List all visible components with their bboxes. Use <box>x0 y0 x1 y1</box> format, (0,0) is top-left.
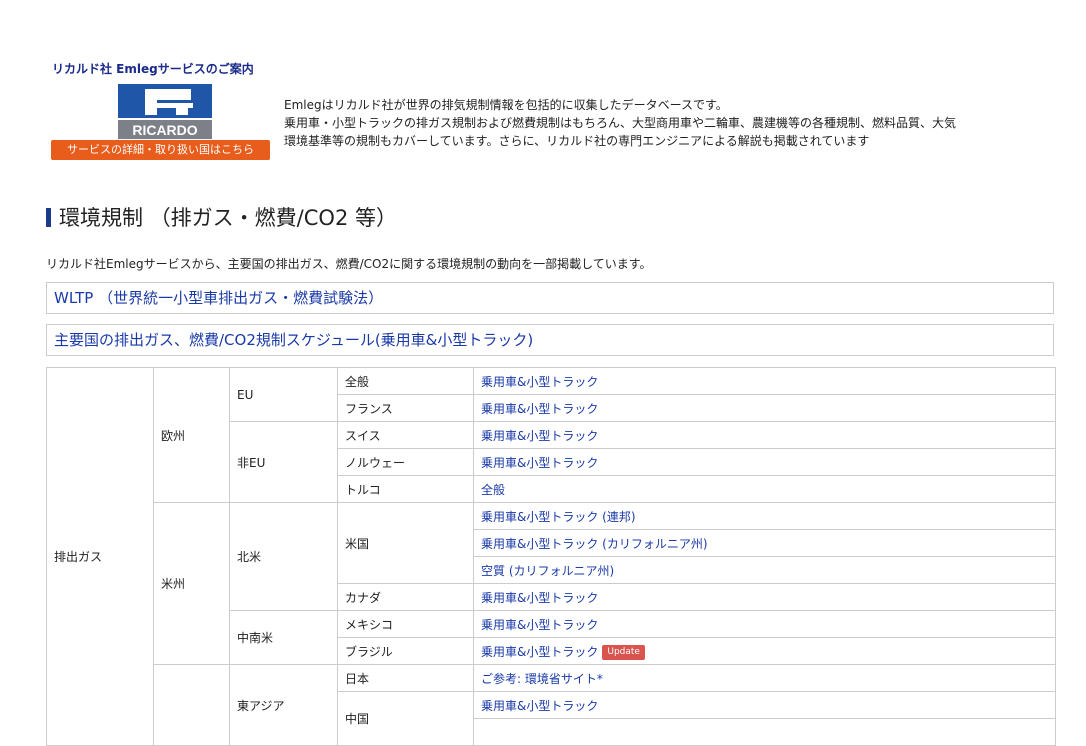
table-link[interactable]: 乗用車&小型トラック <box>473 367 1056 395</box>
table-link[interactable]: 全般 <box>473 475 1056 503</box>
table-row: 排出ガス 欧州 EU 全般 乗用車&小型トラック <box>46 367 1056 746</box>
ricardo-logo: RICARDO <box>118 84 212 139</box>
table-link[interactable]: 乗用車&小型トラック (カリフォルニア州) <box>473 529 1056 557</box>
table-link[interactable]: 空質 (カリフォルニア州) <box>473 556 1056 584</box>
table-link[interactable]: 乗用車&小型トラック <box>473 583 1056 611</box>
service-description: Emlegはリカルド社が世界の排気規制情報を包括的に収集したデータベースです。 … <box>284 98 957 148</box>
section-intro: リカルド社Emlegサービスから、主要国の排出ガス、燃費/CO2に関する環境規制… <box>46 257 652 271</box>
subregion-latin-america: 中南米 <box>229 610 338 665</box>
table-link[interactable]: 乗用車&小型トラック Update <box>473 637 1056 665</box>
table-link[interactable]: 乗用車&小型トラック <box>473 448 1056 476</box>
table-row: 米州 北米 米国 乗用車&小型トラック (連邦) <box>47 502 1056 665</box>
subregion-non-eu: 非EU <box>229 421 338 503</box>
category-cell: 排出ガス <box>46 367 154 746</box>
section-title: 環境規制 （排ガス・燃費/CO2 等） <box>46 202 397 232</box>
title-accent-bar <box>46 207 51 227</box>
wltp-link[interactable]: WLTP （世界統一小型車排出ガス・燃費試験法） <box>46 282 1054 314</box>
schedule-link[interactable]: 主要国の排出ガス、燃費/CO2規制スケジュール(乗用車&小型トラック) <box>46 324 1054 356</box>
update-badge: Update <box>602 644 645 660</box>
table-row: 東アジア 日本 ご参考: 環境省サイト* <box>47 664 1056 746</box>
table-link[interactable]: ご参考: 環境省サイト* <box>473 664 1056 692</box>
table-link[interactable]: 乗用車&小型トラック <box>473 421 1056 449</box>
table-link[interactable]: 乗用車&小型トラック <box>473 691 1056 719</box>
svg-text:RICARDO: RICARDO <box>132 122 197 138</box>
region-europe: 欧州 <box>153 367 230 503</box>
service-details-button[interactable]: サービスの詳細・取り扱い国はこちら <box>51 140 270 160</box>
table-link[interactable]: 乗用車&小型トラック <box>473 610 1056 638</box>
regulation-table: 排出ガス 欧州 EU 全般 乗用車&小型トラック フランス 乗用車&小型トラック… <box>46 367 1056 746</box>
table-link[interactable]: 乗用車&小型トラック (連邦) <box>473 502 1056 530</box>
service-title: リカルド社 Emlegサービスのご案内 <box>52 62 254 76</box>
subregion-eu: EU <box>229 367 338 422</box>
subregion-north-america: 北米 <box>229 502 338 611</box>
region-americas: 米州 <box>153 502 230 665</box>
subregion-east-asia: 東アジア <box>229 664 338 746</box>
table-link[interactable]: 乗用車&小型トラック <box>473 394 1056 422</box>
